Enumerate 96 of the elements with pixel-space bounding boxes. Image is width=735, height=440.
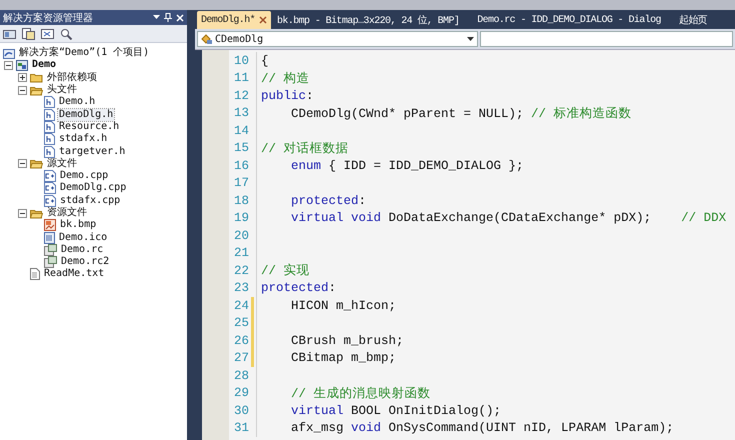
line-number: 28 — [232, 368, 249, 383]
tree-item[interactable]: Demo.rc2 — [60, 256, 110, 268]
tree-item[interactable]: Resource.h — [58, 120, 120, 133]
tree-item[interactable]: stdafx.cpp — [59, 194, 122, 207]
code-line: // 对话框数据 — [261, 140, 349, 157]
properties-icon[interactable] — [3, 28, 16, 40]
expand-icon[interactable] — [18, 73, 26, 82]
tree-item[interactable]: DemoDlg.h — [58, 108, 114, 121]
tree-item[interactable]: ReadMe.txt — [43, 268, 106, 280]
line-number: 10 — [232, 54, 249, 68]
line-number: 13 — [232, 106, 249, 120]
header-file-icon — [44, 96, 55, 108]
code-line: protected: — [261, 281, 336, 296]
project-icon — [16, 60, 28, 71]
tree-item[interactable]: Demo.cpp — [59, 170, 110, 182]
open-folder-icon — [30, 84, 43, 96]
search-icon[interactable] — [60, 28, 73, 40]
code-line: { — [261, 54, 269, 68]
line-number: 15 — [232, 141, 249, 156]
header-file-icon — [44, 146, 55, 158]
tree-item[interactable]: 头文件 — [46, 84, 78, 96]
header-file-icon — [44, 120, 55, 133]
header-file-icon — [44, 108, 55, 121]
open-folder-icon — [30, 158, 43, 170]
line-number: 24 — [232, 298, 249, 313]
solution-icon — [3, 48, 15, 59]
source-file-icon — [44, 194, 56, 207]
close-icon[interactable] — [259, 16, 268, 24]
folder-icon — [30, 72, 43, 84]
tree-item[interactable]: DemoDlg.cpp — [59, 182, 128, 194]
code-line: // 构造 — [261, 70, 310, 87]
show-all-files-icon[interactable] — [22, 28, 35, 40]
image-file-icon — [44, 219, 56, 232]
line-number: 19 — [232, 211, 249, 226]
resource-file-icon — [44, 256, 57, 268]
document-tab[interactable]: DemoDlg.h* — [197, 11, 272, 29]
document-tab[interactable]: 起始页 — [674, 11, 712, 29]
line-number: 16 — [232, 158, 249, 173]
line-number: 30 — [232, 404, 249, 418]
code-line: CDemoDlg(CWnd* pParent = NULL); // 标准构造函数 — [290, 106, 632, 122]
code-line: // 实现 — [261, 262, 310, 280]
tree-item[interactable]: 资源文件 — [46, 207, 88, 219]
tree-item[interactable]: 解决方案“Demo”(1 个项目) — [18, 47, 150, 60]
line-number: 27 — [232, 351, 249, 366]
tree-item[interactable]: targetver.h — [58, 146, 126, 158]
class-dropdown[interactable]: CDemoDlg — [197, 31, 478, 47]
code-line: // 生成的消息映射函数 — [290, 386, 431, 402]
code-line: virtual void DoDataExchange(CDataExchange* pDX); // DDX — [290, 211, 726, 226]
tree-item[interactable]: Demo — [31, 59, 58, 72]
tree-item[interactable]: 外部依赖项 — [46, 72, 98, 84]
line-number: 18 — [232, 194, 249, 208]
line-number: 14 — [232, 124, 249, 138]
line-number: 20 — [232, 228, 249, 243]
code-line: virtual BOOL OnInitDialog(); — [290, 404, 502, 418]
code-line: HICON m_hIcon; — [290, 298, 396, 313]
collapse-icon[interactable] — [4, 60, 12, 70]
document-tab[interactable]: Demo.rc - IDD_DEMO_DIALOG - Dialog — [473, 11, 665, 29]
line-number: 17 — [232, 176, 249, 190]
tree-item[interactable]: Demo.rc — [60, 244, 104, 256]
tree-item[interactable]: bk.bmp — [59, 219, 98, 232]
text-file-icon — [30, 268, 40, 280]
line-number: 12 — [232, 88, 249, 103]
icon-file-icon — [44, 232, 55, 244]
code-line: CBitmap m_bmp; — [290, 351, 396, 366]
line-number: 25 — [232, 316, 249, 330]
header-file-icon — [44, 133, 55, 146]
tree-item[interactable]: 源文件 — [46, 158, 78, 170]
code-line: public: — [261, 88, 314, 103]
collapse-icon[interactable] — [18, 159, 26, 168]
line-number: 31 — [232, 421, 249, 436]
code-line: CBrush m_brush; — [290, 334, 404, 348]
pin-icon[interactable] — [164, 13, 172, 22]
collapse-icon[interactable] — [18, 86, 26, 95]
line-number: 21 — [232, 246, 249, 260]
tree-item[interactable]: stdafx.h — [58, 133, 108, 146]
code-line: enum { IDD = IDD_DEMO_DIALOG }; — [290, 158, 524, 173]
source-file-icon — [44, 182, 56, 194]
line-number: 22 — [232, 264, 249, 278]
line-number: 26 — [232, 334, 249, 348]
open-folder-icon — [30, 208, 43, 218]
panel-title: 解决方案资源管理器 — [3, 12, 94, 24]
tree-item[interactable]: Demo.h — [58, 96, 96, 108]
view-code-icon[interactable] — [41, 28, 54, 40]
class-icon — [201, 34, 213, 44]
document-tab[interactable]: bk.bmp - Bitmap…3x220, 24 位, BMP] — [273, 11, 464, 29]
tree-item[interactable]: Demo.ico — [58, 232, 108, 244]
resource-file-icon — [44, 244, 57, 256]
line-number: 11 — [232, 71, 249, 86]
line-number: 23 — [232, 281, 249, 296]
caret-icon — [467, 37, 474, 41]
code-line: protected: — [290, 194, 366, 208]
source-file-icon — [44, 170, 56, 182]
code-line: afx_msg void OnSysCommand(UINT nID, LPARAM lParam); — [290, 421, 674, 436]
collapse-icon[interactable] — [18, 208, 26, 218]
dropdown-icon[interactable] — [153, 15, 160, 20]
line-number: 29 — [232, 386, 249, 400]
